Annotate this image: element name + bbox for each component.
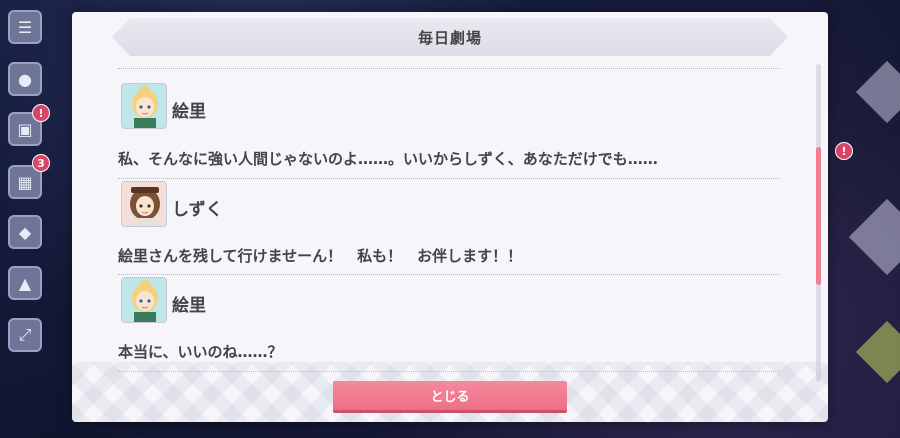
divider — [118, 178, 780, 179]
shizuku-avatar — [121, 181, 167, 227]
close-button[interactable]: とじる — [333, 381, 567, 413]
trophy-icon: ▲ — [8, 266, 42, 300]
dialog-transcript[interactable]: 絵里 私、そんなに強い人間じゃないのよ……。いいからしずく、あなただけでも…… … — [118, 68, 780, 376]
scrollbar-thumb[interactable] — [816, 147, 821, 285]
daily-theater-dialog: 毎日劇場 絵里 私、そんなに強い人間じゃないのよ……。いいからしずく、あなただけ… — [72, 12, 828, 422]
background-diamond — [855, 320, 900, 384]
dialogue-line: 私、そんなに強い人間じゃないのよ……。いいからしずく、あなただけでも…… — [118, 150, 658, 168]
chat-icon: ● — [8, 62, 42, 96]
speaker-name: しずく — [172, 200, 223, 220]
dialog-header: 毎日劇場 — [112, 18, 788, 56]
eli-avatar — [121, 277, 167, 323]
eli-avatar — [121, 83, 167, 129]
divider — [118, 68, 780, 69]
divider — [118, 274, 780, 275]
background-right-menu: ! — [825, 0, 900, 438]
dialogue-line: 絵里さんを残して行けませーん！ 私も！ お伴します！！ — [118, 247, 523, 265]
alert-badge: ! — [32, 104, 50, 122]
menu-icon: ☰ — [8, 10, 42, 44]
alert-badge: ! — [835, 142, 853, 160]
background-diamond — [848, 198, 900, 276]
background-left-menu: ☰ ● ▣ ! ▦ 3 ◆ ▲ ⤢ — [0, 0, 60, 438]
transcript-entry: 絵里 私、そんなに強い人間じゃないのよ……。いいからしずく、あなただけでも…… — [118, 83, 780, 179]
fullscreen-icon: ⤢ — [8, 318, 42, 352]
diamond-icon: ◆ — [8, 215, 42, 249]
speaker-name: 絵里 — [172, 296, 206, 316]
count-badge: 3 — [32, 154, 50, 172]
background-diamond — [855, 60, 900, 124]
dialog-title: 毎日劇場 — [417, 28, 482, 47]
dialogue-line: 本当に、いいのね……？ — [118, 343, 283, 361]
transcript-entry: しずく 絵里さんを残して行けませーん！ 私も！ お伴します！！ — [118, 181, 780, 277]
transcript-entry: 絵里 本当に、いいのね……？ — [118, 277, 780, 373]
speaker-name: 絵里 — [172, 102, 206, 122]
